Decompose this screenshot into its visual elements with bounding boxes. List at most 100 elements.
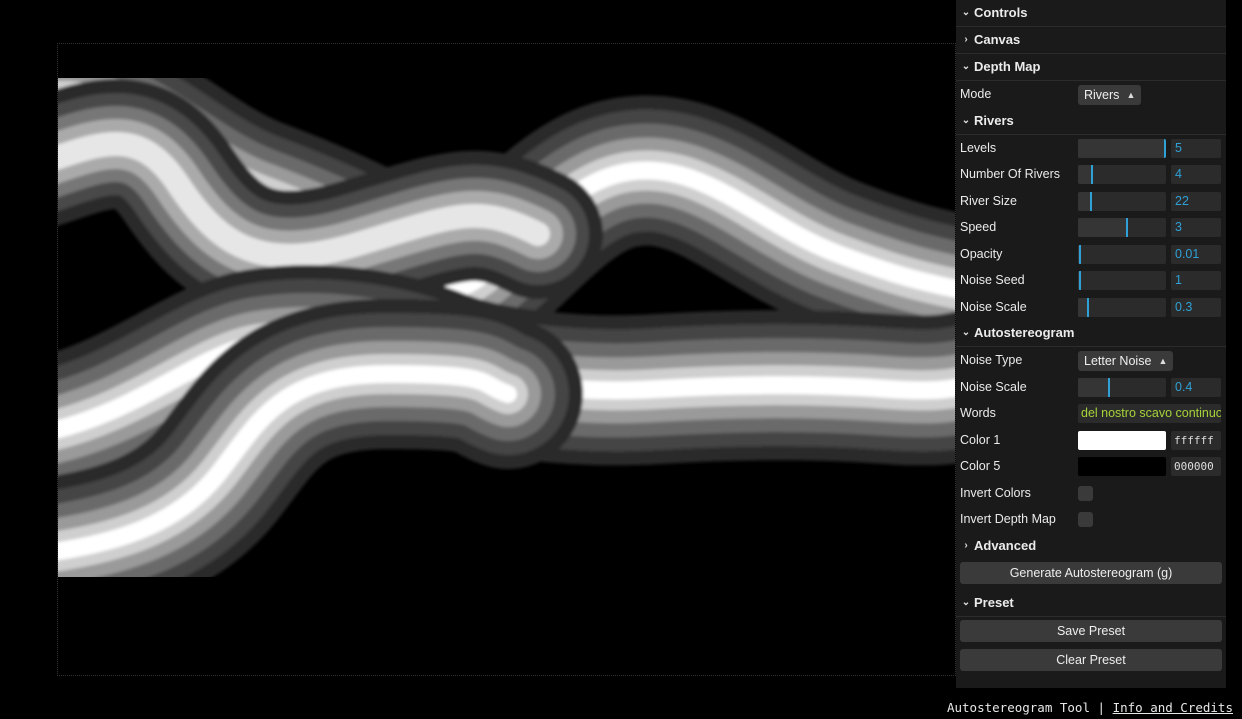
slider-fill bbox=[1078, 377, 1108, 397]
color5-row: Color 5 000000 bbox=[956, 453, 1226, 480]
rivers-depth-map bbox=[58, 44, 955, 627]
speed-input[interactable]: 3 bbox=[1171, 218, 1221, 237]
number-of-rivers-slider[interactable] bbox=[1078, 165, 1166, 184]
rivers-param-row: Opacity 0.01 bbox=[956, 241, 1226, 268]
depth-map-folder-title[interactable]: ⌄ Depth Map bbox=[956, 54, 1226, 81]
chevron-down-icon: ⌄ bbox=[961, 7, 971, 18]
rivers-title-label: Rivers bbox=[974, 112, 1014, 128]
select-arrows-icon: ▲ bbox=[1126, 90, 1136, 100]
color5-swatch[interactable] bbox=[1078, 457, 1166, 476]
levels-label: Levels bbox=[960, 140, 997, 155]
preset-folder-title[interactable]: ⌄ Preset bbox=[956, 590, 1226, 617]
slider-thumb[interactable] bbox=[1107, 377, 1110, 397]
noise-seed-input[interactable]: 1 bbox=[1171, 271, 1221, 290]
noise-scale-input[interactable]: 0.3 bbox=[1171, 297, 1221, 317]
info-credits-link[interactable]: Info and Credits bbox=[1113, 700, 1233, 715]
clear-preset-row: Clear Preset bbox=[956, 648, 1226, 675]
advanced-title-label: Advanced bbox=[974, 537, 1037, 553]
noise-scale-slider[interactable] bbox=[1078, 297, 1166, 317]
river-size-label: River Size bbox=[960, 193, 1017, 208]
mode-label: Mode bbox=[960, 87, 992, 101]
color5-label: Color 5 bbox=[960, 459, 1001, 473]
canvas-title-label: Canvas bbox=[974, 32, 1021, 47]
slider-thumb[interactable] bbox=[1078, 244, 1081, 264]
levels-input[interactable]: 5 bbox=[1171, 138, 1221, 158]
generate-autostereogram-button[interactable]: Generate Autostereogram (g) bbox=[960, 561, 1222, 584]
invert-depth-checkbox[interactable] bbox=[1078, 512, 1093, 527]
slider-thumb[interactable] bbox=[1078, 271, 1081, 290]
slider-thumb[interactable] bbox=[1086, 297, 1089, 317]
footer-separator: | bbox=[1097, 700, 1106, 715]
words-input[interactable]: del nostro scavo continuo bbox=[1078, 404, 1221, 423]
footer: Autostereogram Tool | Info and Credits bbox=[947, 700, 1233, 715]
invert-depth-row: Invert Depth Map bbox=[956, 506, 1226, 533]
noise-type-row: Noise Type Letter Noise ▲ bbox=[956, 347, 1226, 374]
autostereogram-title-label: Autostereogram bbox=[974, 325, 1075, 340]
invert-depth-label: Invert Depth Map bbox=[960, 512, 1056, 526]
save-preset-row: Save Preset bbox=[956, 619, 1226, 646]
chevron-right-icon: › bbox=[964, 34, 968, 45]
advanced-folder-title[interactable]: › Advanced bbox=[956, 533, 1226, 559]
color1-row: Color 1 ffffff bbox=[956, 427, 1226, 454]
speed-label: Speed bbox=[960, 220, 997, 234]
opacity-input[interactable]: 0.01 bbox=[1171, 244, 1221, 264]
slider-thumb[interactable] bbox=[1091, 165, 1094, 184]
noise-seed-slider[interactable] bbox=[1078, 271, 1166, 290]
mode-row: Mode Rivers ▲ bbox=[956, 81, 1226, 108]
canvas-folder-title[interactable]: › Canvas bbox=[956, 27, 1226, 54]
select-arrows-icon: ▲ bbox=[1158, 356, 1168, 366]
noise-scale-label: Noise Scale bbox=[960, 379, 1027, 394]
river-size-slider[interactable] bbox=[1078, 191, 1166, 211]
speed-slider[interactable] bbox=[1078, 218, 1166, 237]
noise-scale-row: Noise Scale 0.4 bbox=[956, 374, 1226, 401]
slider-fill bbox=[1078, 138, 1166, 158]
save-preset-button[interactable]: Save Preset bbox=[960, 619, 1222, 642]
chevron-down-icon: ⌄ bbox=[961, 61, 971, 72]
color1-hex-input[interactable]: ffffff bbox=[1171, 430, 1221, 450]
slider-thumb[interactable] bbox=[1126, 218, 1129, 237]
invert-colors-label: Invert Colors bbox=[960, 485, 1031, 500]
slider-fill bbox=[1078, 165, 1092, 184]
slider-fill bbox=[1078, 191, 1091, 211]
opacity-slider[interactable] bbox=[1078, 244, 1166, 264]
number-of-rivers-input[interactable]: 4 bbox=[1171, 165, 1221, 184]
controls-panel: ⌄ Controls › Canvas ⌄ Depth Map Mode Riv… bbox=[956, 0, 1226, 688]
slider-fill bbox=[1078, 218, 1127, 237]
depth-map-title-label: Depth Map bbox=[974, 59, 1041, 74]
levels-slider[interactable] bbox=[1078, 138, 1166, 158]
color5-hex-input[interactable]: 000000 bbox=[1171, 457, 1221, 476]
invert-colors-row: Invert Colors bbox=[956, 480, 1226, 507]
chevron-down-icon: ⌄ bbox=[961, 327, 971, 338]
invert-colors-checkbox[interactable] bbox=[1078, 485, 1093, 501]
rivers-folder-title[interactable]: ⌄ Rivers bbox=[956, 108, 1226, 135]
mode-select[interactable]: Rivers ▲ bbox=[1078, 85, 1142, 105]
rivers-param-row: Noise Seed 1 bbox=[956, 267, 1226, 294]
color1-label: Color 1 bbox=[960, 432, 1001, 447]
chevron-down-icon: ⌄ bbox=[961, 114, 971, 126]
noise-type-label: Noise Type bbox=[960, 353, 1023, 367]
noise-scale-input[interactable]: 0.4 bbox=[1171, 377, 1221, 397]
words-label: Words bbox=[960, 406, 996, 420]
color1-swatch[interactable] bbox=[1078, 430, 1166, 450]
rivers-param-row: Number Of Rivers 4 bbox=[956, 161, 1226, 188]
rivers-param-row: Speed 3 bbox=[956, 214, 1226, 241]
rivers-param-row: River Size 22 bbox=[956, 188, 1226, 215]
preset-title-label: Preset bbox=[974, 594, 1014, 610]
number-of-rivers-label: Number Of Rivers bbox=[960, 167, 1061, 181]
generate-row: Generate Autostereogram (g) bbox=[956, 561, 1226, 590]
rivers-param-row: Levels 5 bbox=[956, 135, 1226, 162]
noise-type-value: Letter Noise bbox=[1084, 354, 1152, 368]
noise-scale-slider[interactable] bbox=[1078, 377, 1166, 397]
app-name: Autostereogram Tool bbox=[946, 700, 1090, 715]
clear-preset-button[interactable]: Clear Preset bbox=[960, 648, 1222, 671]
river-size-input[interactable]: 22 bbox=[1171, 191, 1221, 211]
controls-folder-title[interactable]: ⌄ Controls bbox=[956, 0, 1226, 27]
slider-fill bbox=[1078, 297, 1087, 317]
chevron-down-icon: ⌄ bbox=[961, 596, 971, 608]
noise-type-select[interactable]: Letter Noise ▲ bbox=[1078, 351, 1174, 371]
slider-thumb[interactable] bbox=[1090, 191, 1093, 211]
controls-title-label: Controls bbox=[974, 5, 1028, 20]
slider-thumb[interactable] bbox=[1164, 138, 1166, 158]
depth-map-canvas[interactable] bbox=[57, 43, 956, 676]
autostereogram-folder-title[interactable]: ⌄ Autostereogram bbox=[956, 320, 1226, 347]
